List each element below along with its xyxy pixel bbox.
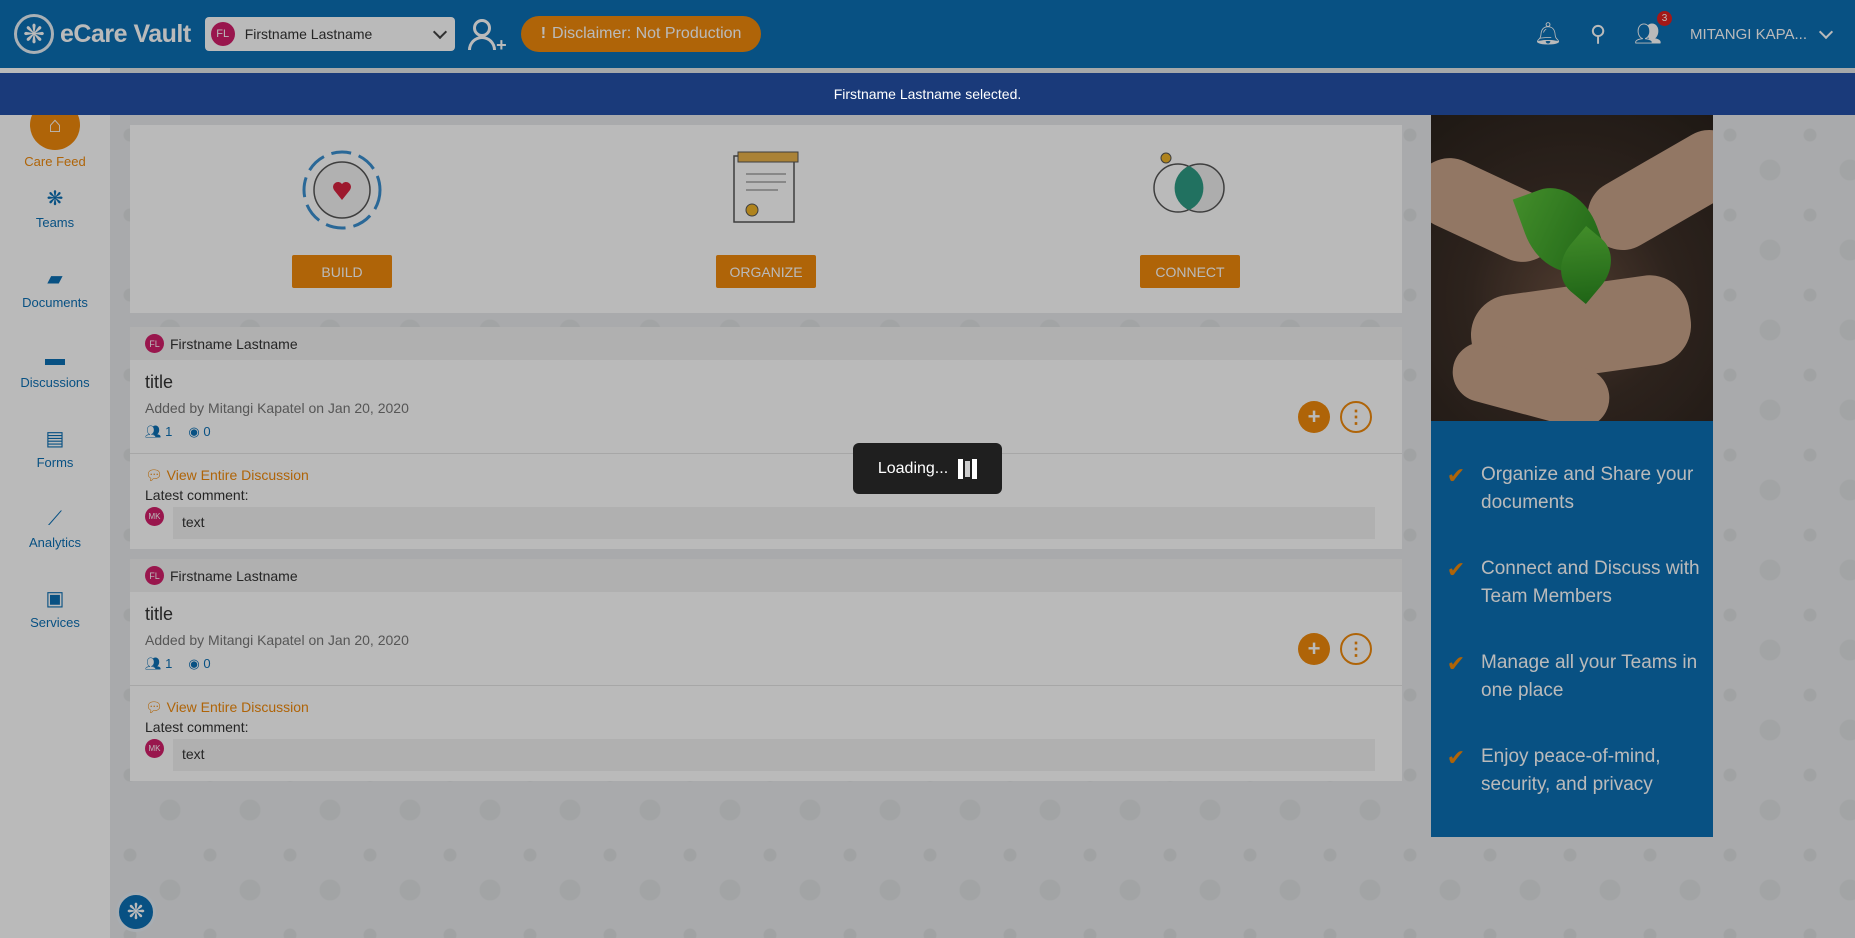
loading-bars-icon (958, 458, 978, 479)
selection-banner: Firstname Lastname selected. (0, 73, 1855, 115)
loading-indicator: Loading... (853, 443, 1002, 494)
loading-text: Loading... (877, 459, 949, 477)
